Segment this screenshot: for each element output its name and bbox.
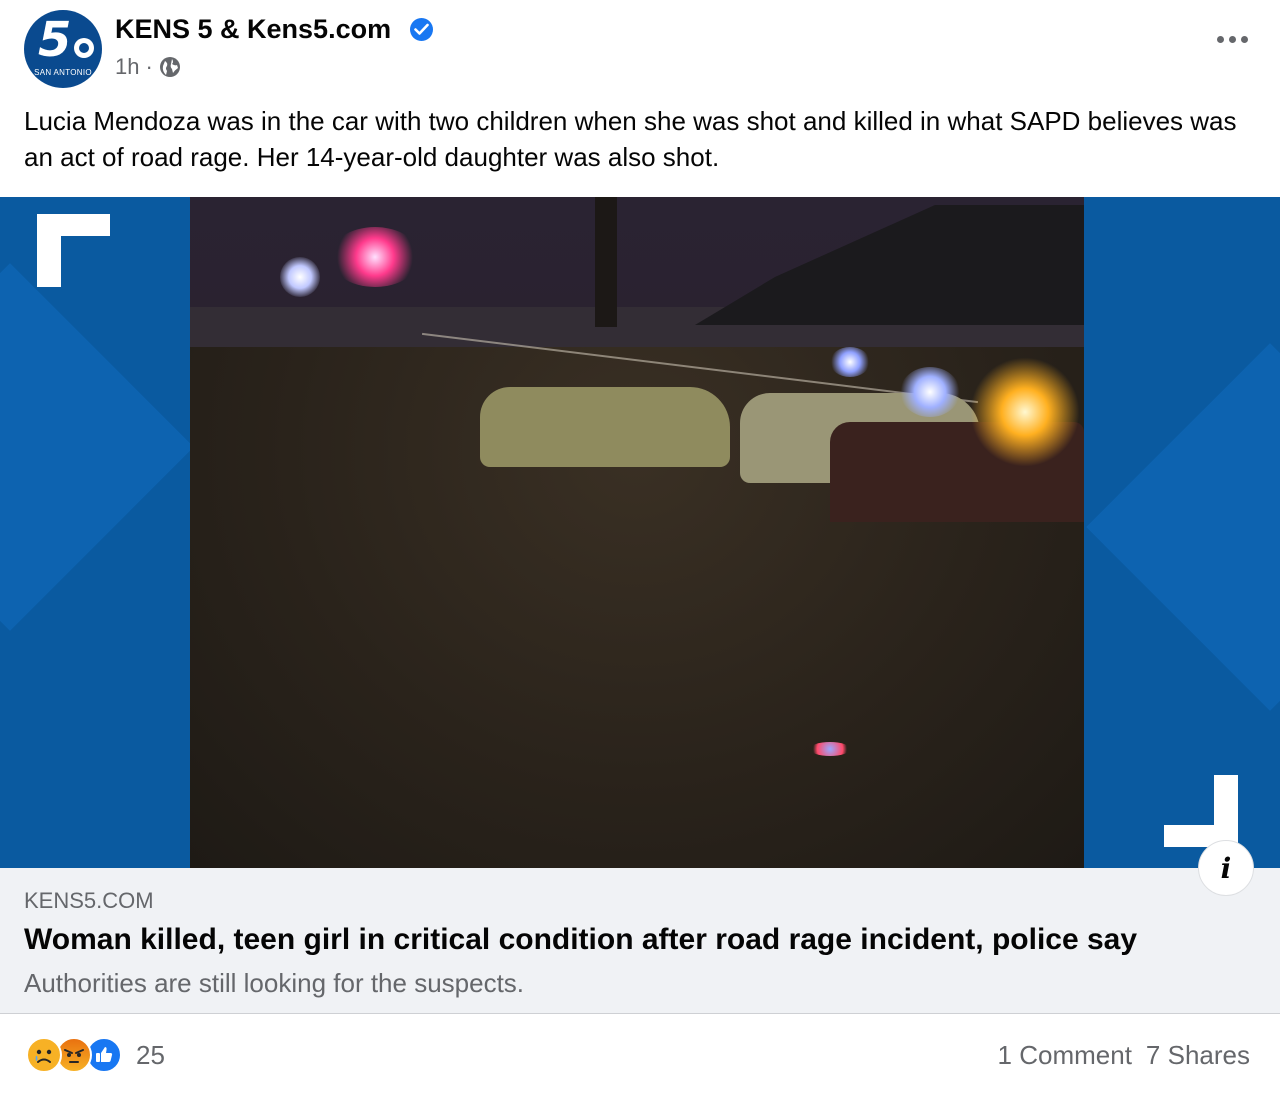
- link-domain: KENS5.COM: [24, 888, 154, 913]
- info-icon[interactable]: i: [1198, 840, 1254, 896]
- post-stats: 1 Comment 7 Shares: [998, 1040, 1250, 1071]
- cbs-eye-icon: [74, 38, 94, 58]
- public-globe-icon: [159, 57, 180, 77]
- post-meta: 1h ·: [115, 54, 181, 80]
- more-options-icon[interactable]: [1217, 36, 1248, 43]
- post-timestamp[interactable]: 1h: [115, 54, 139, 80]
- news-photo: [190, 197, 1084, 868]
- car-shape: [480, 387, 730, 467]
- page-name[interactable]: KENS 5 & Kens5.com: [115, 14, 391, 45]
- link-preview[interactable]: KENS5.COM Woman killed, teen girl in cri…: [0, 868, 1280, 1014]
- verified-badge-icon: [410, 18, 433, 41]
- avatar-logo-number: 5: [38, 12, 71, 68]
- shares-count-link[interactable]: 7 Shares: [1146, 1040, 1250, 1071]
- meta-separator: ·: [145, 54, 153, 79]
- reaction-count: 25: [136, 1039, 165, 1070]
- avatar-city-label: SAN ANTONIO: [34, 68, 92, 77]
- link-title[interactable]: Woman killed, teen girl in critical cond…: [24, 923, 1137, 957]
- reactions-summary[interactable]: 25: [26, 1037, 165, 1073]
- frame-corner-top-left: [37, 214, 110, 287]
- post-footer: 25 1 Comment 7 Shares: [0, 1015, 1280, 1093]
- page-avatar[interactable]: 5 SAN ANTONIO: [24, 10, 102, 88]
- post-header: 5 SAN ANTONIO KENS 5 & Kens5.com 1h ·: [0, 0, 1280, 96]
- link-description: Authorities are still looking for the su…: [24, 968, 525, 998]
- link-image[interactable]: [0, 197, 1280, 868]
- post-body-text: Lucia Mendoza was in the car with two ch…: [24, 106, 1237, 172]
- sad-reaction-icon: [26, 1037, 62, 1073]
- comments-count-link[interactable]: 1 Comment: [998, 1040, 1132, 1071]
